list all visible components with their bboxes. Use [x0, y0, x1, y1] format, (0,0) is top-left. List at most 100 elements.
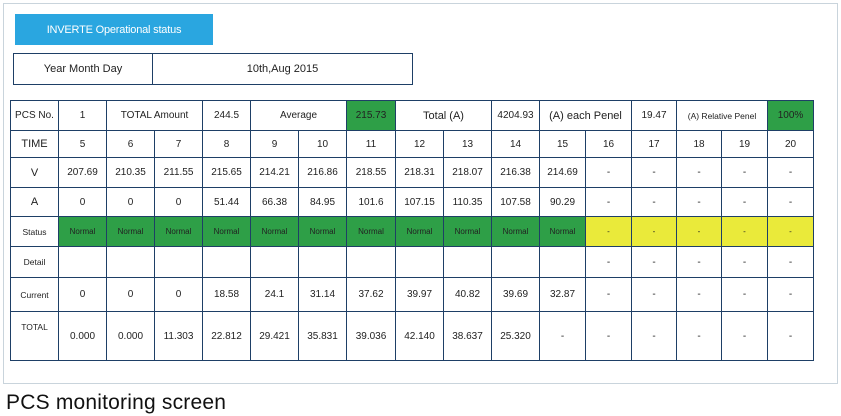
- a-cell: -: [676, 187, 722, 217]
- current-cell: 0: [58, 277, 107, 312]
- total-amount-value: 244.5: [202, 100, 251, 131]
- average-value: 215.73: [346, 100, 396, 131]
- time-cell: 18: [676, 130, 722, 158]
- date-label: Year Month Day: [14, 54, 153, 84]
- total-cell: 22.812: [202, 311, 251, 361]
- status-cell[interactable]: -: [767, 216, 814, 247]
- total-cell: 39.036: [346, 311, 396, 361]
- current-cell: 32.87: [539, 277, 586, 312]
- v-cell: 216.86: [298, 157, 347, 188]
- a-cell: 107.58: [491, 187, 540, 217]
- total-a-label: Total (A): [395, 100, 492, 131]
- v-cell: 218.55: [346, 157, 396, 188]
- detail-cell[interactable]: [250, 246, 299, 278]
- time-cell: 9: [250, 130, 299, 158]
- time-cell: 12: [395, 130, 444, 158]
- each-panel-label: (A) each Penel: [539, 100, 632, 131]
- total-cell: -: [676, 311, 722, 361]
- current-cell: -: [676, 277, 722, 312]
- status-cell[interactable]: Normal: [346, 216, 396, 247]
- v-cell: 218.07: [443, 157, 492, 188]
- detail-cell[interactable]: [202, 246, 251, 278]
- current-cell: 40.82: [443, 277, 492, 312]
- v-cell: -: [767, 157, 814, 188]
- status-cell[interactable]: Normal: [58, 216, 107, 247]
- total-cell: 0.000: [106, 311, 155, 361]
- current-row: Current 0 0 0 18.58 24.1 31.14 37.62 39.97 40.82…: [10, 277, 814, 312]
- total-cell: 29.421: [250, 311, 299, 361]
- voltage-label: V: [10, 157, 59, 188]
- detail-cell[interactable]: [491, 246, 540, 278]
- status-cell[interactable]: Normal: [539, 216, 586, 247]
- detail-cell[interactable]: -: [676, 246, 722, 278]
- status-cell[interactable]: Normal: [443, 216, 492, 247]
- time-cell: 11: [346, 130, 396, 158]
- voltage-row: V 207.69 210.35 211.55 215.65 214.21 216.86 21…: [10, 157, 814, 188]
- current-cell: -: [721, 277, 768, 312]
- time-cell: 14: [491, 130, 540, 158]
- a-cell: 110.35: [443, 187, 492, 217]
- status-cell[interactable]: Normal: [106, 216, 155, 247]
- status-cell[interactable]: Normal: [298, 216, 347, 247]
- time-cell: 8: [202, 130, 251, 158]
- detail-cell[interactable]: [539, 246, 586, 278]
- status-cell[interactable]: Normal: [491, 216, 540, 247]
- total-cell: -: [539, 311, 586, 361]
- operational-status-tab[interactable]: INVERTE Operational status: [15, 14, 213, 45]
- status-cell[interactable]: Normal: [395, 216, 444, 247]
- ampere-label: A: [10, 187, 59, 217]
- detail-cell[interactable]: -: [767, 246, 814, 278]
- date-value[interactable]: 10th,Aug 2015: [153, 54, 412, 84]
- total-cell: -: [585, 311, 632, 361]
- a-cell: 0: [106, 187, 155, 217]
- detail-cell[interactable]: -: [721, 246, 768, 278]
- a-cell: 0: [154, 187, 203, 217]
- status-cell[interactable]: Normal: [202, 216, 251, 247]
- detail-cell[interactable]: -: [631, 246, 677, 278]
- a-cell: 84.95: [298, 187, 347, 217]
- relative-panel-label: (A) Relative Penel: [676, 100, 768, 131]
- v-cell: 215.65: [202, 157, 251, 188]
- time-cell: 17: [631, 130, 677, 158]
- total-cell: 11.303: [154, 311, 203, 361]
- total-cell: 0.000: [58, 311, 107, 361]
- status-cell[interactable]: -: [631, 216, 677, 247]
- status-label: Status: [10, 216, 59, 247]
- v-cell: 216.38: [491, 157, 540, 188]
- detail-cell[interactable]: [106, 246, 155, 278]
- current-cell: 37.62: [346, 277, 396, 312]
- current-cell: -: [767, 277, 814, 312]
- time-cell: 13: [443, 130, 492, 158]
- a-cell: 0: [58, 187, 107, 217]
- total-cell: 25.320: [491, 311, 540, 361]
- v-cell: -: [721, 157, 768, 188]
- detail-cell[interactable]: [154, 246, 203, 278]
- pcs-data-table: PCS No. 1 TOTAL Amount 244.5 Average 215…: [10, 100, 814, 361]
- time-cell: 7: [154, 130, 203, 158]
- status-cell[interactable]: Normal: [250, 216, 299, 247]
- detail-cell[interactable]: -: [585, 246, 632, 278]
- status-cell[interactable]: Normal: [154, 216, 203, 247]
- detail-cell[interactable]: [395, 246, 444, 278]
- total-label: TOTAL: [10, 311, 59, 361]
- pcs-no-label: PCS No.: [10, 100, 59, 131]
- a-cell: -: [631, 187, 677, 217]
- status-cell[interactable]: -: [721, 216, 768, 247]
- detail-cell[interactable]: [58, 246, 107, 278]
- current-cell: 0: [106, 277, 155, 312]
- status-cell[interactable]: -: [585, 216, 632, 247]
- v-cell: 214.21: [250, 157, 299, 188]
- time-cell: 10: [298, 130, 347, 158]
- total-cell: -: [721, 311, 768, 361]
- total-cell: 38.637: [443, 311, 492, 361]
- total-cell: -: [631, 311, 677, 361]
- time-cell: 6: [106, 130, 155, 158]
- detail-cell[interactable]: [346, 246, 396, 278]
- detail-cell[interactable]: [443, 246, 492, 278]
- v-cell: -: [585, 157, 632, 188]
- time-label: TIME: [10, 130, 59, 158]
- detail-row: Detail -----: [10, 246, 814, 278]
- current-cell: 31.14: [298, 277, 347, 312]
- detail-cell[interactable]: [298, 246, 347, 278]
- status-cell[interactable]: -: [676, 216, 722, 247]
